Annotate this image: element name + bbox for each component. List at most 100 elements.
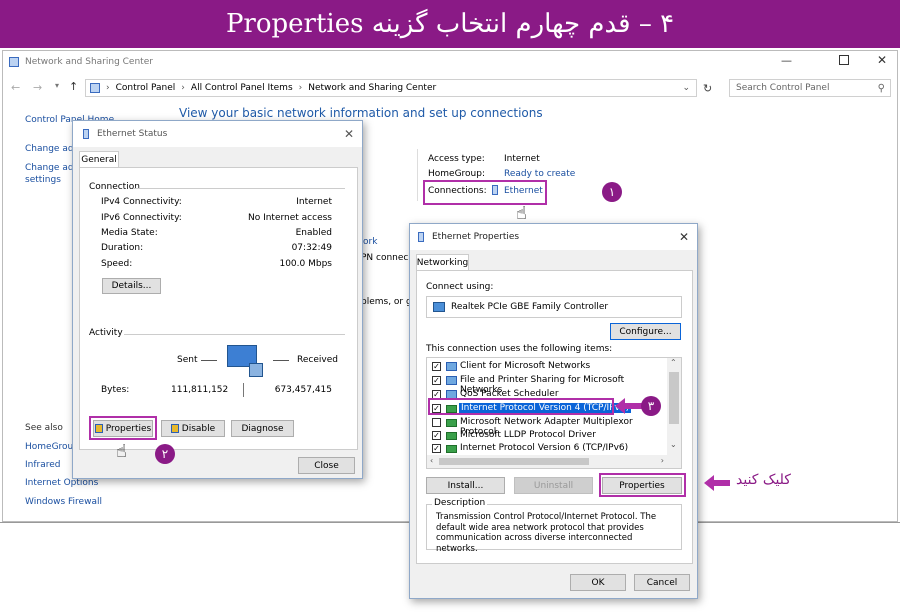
address-bar[interactable]: › Control Panel › All Control Panel Item… [85,79,697,97]
step-badge-1: ۱ [602,182,622,202]
forward-icon[interactable]: → [33,81,42,94]
banner-title: ۴ – قدم چهارم انتخاب گزینه Properties [225,9,675,39]
background-fragment-3: blems, or g [361,297,412,307]
background-fragment-2: PN connec [361,253,409,263]
install-button[interactable]: Install... [426,477,505,494]
shield-icon [170,424,179,433]
diagnose-button[interactable]: Diagnose [231,420,294,437]
see-also-infrared[interactable]: Infrared [25,460,61,470]
address-dropdown-icon[interactable]: ⌄ [682,83,690,93]
connect-using-label: Connect using: [426,282,494,292]
sent-line [201,360,217,361]
ipv4-value: Internet [296,197,332,207]
maximize-icon[interactable] [839,55,849,65]
homegroup-link[interactable]: Ready to create [504,169,575,179]
props-title: Ethernet Properties [432,232,520,242]
homegroup-label: HomeGroup: [428,169,486,179]
speed-value: 100.0 Mbps [279,259,332,269]
status-close-button[interactable]: Close [298,457,355,474]
adapter-icon [433,302,445,312]
section-divider [417,149,418,201]
items-hscrollbar[interactable]: ‹ › [427,455,667,468]
details-button[interactable]: Details... [102,278,161,294]
search-icon[interactable]: ⚲ [878,83,885,94]
breadcrumb-control-panel[interactable]: Control Panel [116,83,176,93]
item-label: Internet Protocol Version 6 (TCP/IPv6) [460,443,629,453]
configure-button[interactable]: Configure... [610,323,681,340]
sidebar-change-advanced[interactable]: Change adv [25,163,79,173]
item-label: Client for Microsoft Networks [460,361,591,371]
ipv4-label: IPv4 Connectivity: [101,197,182,207]
props-titlebar: Ethernet Properties ✕ [410,224,697,250]
address-network-icon [90,83,100,93]
see-also-homegroup[interactable]: HomeGroup [25,442,79,452]
scroll-right-icon[interactable]: › [661,456,664,465]
close-icon[interactable]: ✕ [877,53,887,67]
sent-label: Sent [177,355,198,365]
status-titlebar: Ethernet Status ✕ [73,121,362,147]
item-checkbox[interactable]: ✓ [432,362,441,371]
breadcrumb-all-items[interactable]: All Control Panel Items [191,83,293,93]
client-icon [446,362,457,371]
bytes-divider [243,383,244,397]
received-line [273,360,289,361]
status-tab-panel [79,167,358,450]
status-title: Ethernet Status [97,129,168,139]
step-badge-2: ۲ [155,444,175,464]
list-item[interactable]: Microsoft Network Adapter Multiplexor Pr… [432,417,662,437]
network-activity-icon-2 [249,363,263,377]
disable-button[interactable]: Disable [161,420,225,437]
list-item[interactable]: ✓ Microsoft LLDP Protocol Driver [432,430,662,442]
list-item[interactable]: ✓ File and Printer Sharing for Microsoft… [432,375,662,395]
protocol-icon [446,445,457,453]
click-arrow-icon [704,474,730,492]
background-fragment-1: ork [363,237,378,247]
item-checkbox[interactable]: ✓ [432,444,441,453]
status-title-icon [83,129,89,139]
tab-general[interactable]: General [79,151,119,168]
status-close-icon[interactable]: ✕ [344,127,354,141]
scroll-thumb[interactable] [669,372,679,424]
props-close-icon[interactable]: ✕ [679,230,689,244]
step-badge-3: ۳ [641,396,661,416]
scroll-down-icon[interactable]: ⌄ [670,440,677,449]
tab-networking[interactable]: Networking [416,254,469,271]
page-heading: View your basic network information and … [179,106,543,120]
network-center-icon [9,57,19,67]
see-also-internet-options[interactable]: Internet Options [25,478,98,488]
sidebar-settings[interactable]: settings [25,175,61,185]
minimize-icon[interactable]: — [781,54,792,67]
ok-button[interactable]: OK [570,574,626,591]
list-item[interactable]: ✓ Client for Microsoft Networks [432,361,662,373]
list-item[interactable]: ✓ Internet Protocol Version 6 (TCP/IPv6) [432,443,662,455]
adapter-name: Realtek PCIe GBE Family Controller [451,302,609,312]
item-checkbox[interactable]: ✓ [432,376,441,385]
duration-value: 07:32:49 [291,243,332,253]
recent-chevron-icon[interactable]: ▾ [55,81,59,90]
scroll-up-icon[interactable]: ⌃ [670,358,677,367]
activity-section: Activity [89,328,123,338]
sidebar-change-adapter[interactable]: Change ada [25,144,79,154]
breadcrumb-network-center[interactable]: Network and Sharing Center [308,83,436,93]
refresh-icon[interactable]: ↻ [703,82,712,95]
search-input[interactable]: Search Control Panel ⚲ [729,79,891,97]
items-scrollbar[interactable]: ⌃ ⌄ [667,358,681,468]
activity-divider [124,334,345,335]
connection-divider [133,188,345,189]
item-label: Microsoft LLDP Protocol Driver [460,430,596,440]
back-icon[interactable]: ← [11,81,20,94]
service-icon [446,376,457,385]
hscroll-thumb[interactable] [439,458,589,465]
bytes-sent-value: 111,811,152 [171,385,229,395]
scroll-left-icon[interactable]: ‹ [430,456,433,465]
protocol-icon [446,419,457,427]
up-icon[interactable]: ↑ [69,80,78,93]
item-checkbox[interactable]: ✓ [432,431,441,440]
search-placeholder: Search Control Panel [736,83,830,93]
see-also-heading: See also [25,423,63,433]
see-also-windows-firewall[interactable]: Windows Firewall [25,497,102,507]
cancel-button[interactable]: Cancel [634,574,690,591]
protocol-icon [446,432,457,440]
bytes-received-value: 673,457,415 [274,385,332,395]
item-checkbox[interactable] [432,418,441,427]
